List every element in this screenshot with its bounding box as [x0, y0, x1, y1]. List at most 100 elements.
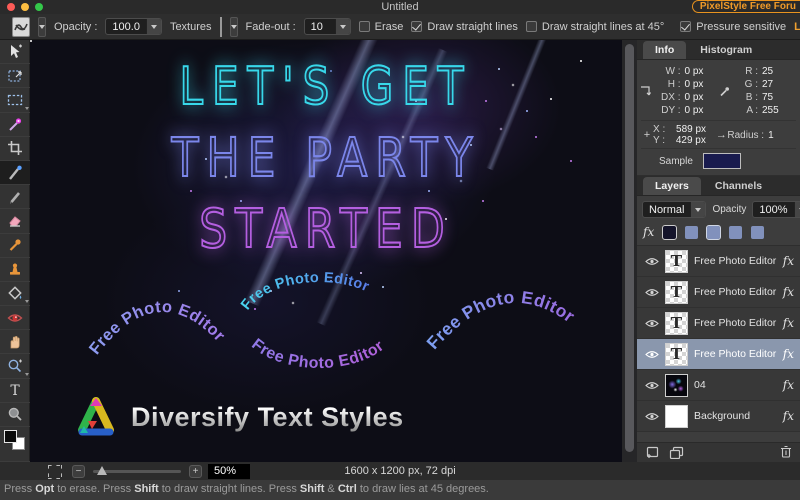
style-preset-1[interactable] [663, 226, 676, 239]
warped-text-arch: Free Photo Editor [88, 292, 238, 372]
layer-name: Free Photo Editor [694, 317, 777, 329]
marquee-select-tool-button[interactable] [0, 88, 30, 112]
brush-tool-button[interactable] [0, 161, 30, 185]
style-preset-2[interactable] [685, 226, 698, 239]
headline-line-2: THE PARTY [30, 127, 622, 189]
opacity-dropdown[interactable]: 100.0 [105, 18, 162, 35]
eyedropper-tool-button[interactable] [0, 234, 30, 258]
layer-fx-badge[interactable]: fx [783, 347, 794, 361]
tab-channels[interactable]: Channels [703, 177, 774, 195]
brush-preview-button[interactable] [12, 17, 30, 37]
layer-row[interactable]: T Free Photo Editor fx [637, 246, 800, 277]
red-eye-tool-button[interactable] [0, 306, 30, 330]
magnifier-icon [7, 406, 23, 422]
brush-icon [7, 165, 23, 181]
pressure-sensitive-checkbox[interactable]: Pressure sensitive [680, 21, 786, 33]
h-label: H : [668, 79, 681, 90]
new-layer-icon[interactable] [645, 446, 659, 459]
move-cursor-icon [7, 44, 23, 60]
opacity-dropdown-button[interactable] [146, 19, 161, 34]
fadeout-label: Fade-out : [246, 21, 296, 33]
tool-rail: T [0, 40, 30, 462]
canvas-viewport[interactable]: LET'S GET THE PARTY STARTED Free Photo E… [30, 40, 622, 462]
eraser-icon [7, 213, 23, 229]
crop-tool-button[interactable] [0, 137, 30, 161]
fadeout-dropdown-button[interactable] [335, 19, 350, 34]
clone-stamp-tool-button[interactable] [0, 258, 30, 282]
layer-thumbnail [665, 405, 688, 428]
scrollbar-thumb[interactable] [625, 44, 634, 452]
layers-bottom-bar [637, 442, 800, 462]
delete-layer-button[interactable] [780, 445, 792, 461]
layer-row[interactable]: Background fx [637, 401, 800, 432]
eye-icon[interactable] [645, 381, 659, 390]
color-swatches[interactable] [0, 427, 30, 462]
fadeout-dropdown[interactable]: 10 [304, 18, 351, 35]
crosshair-icon: + [641, 129, 653, 141]
layer-fx-badge[interactable]: fx [783, 378, 794, 392]
sample-color-swatch[interactable] [703, 153, 741, 169]
document-dimensions: 1600 x 1200 px, 72 dpi [0, 465, 800, 477]
eyedropper-icon [7, 237, 23, 253]
draw-straight-lines-checkbox[interactable]: Draw straight lines [411, 21, 517, 33]
pencil-tool-button[interactable] [0, 185, 30, 209]
layer-row[interactable]: T Free Photo Editor fx [637, 308, 800, 339]
blend-mode-dropdown-button[interactable] [690, 202, 705, 217]
draw-straight-lines-45-checkbox[interactable]: Draw straight lines at 45° [526, 21, 664, 33]
layer-opacity-dropdown[interactable]: 100% [752, 201, 800, 218]
layer-name: Background [694, 410, 777, 422]
hand-tool-button[interactable] [0, 330, 30, 354]
status-bar: − + 50% 1600 x 1200 px, 72 dpi [0, 462, 800, 480]
layer-fx-badge[interactable]: fx [783, 285, 794, 299]
brush-dropdown-button[interactable] [38, 17, 46, 37]
layer-fx-badge[interactable]: fx [783, 254, 794, 268]
move-tool-button[interactable] [0, 40, 30, 64]
style-preset-4[interactable] [729, 226, 742, 239]
texture-dropdown-button[interactable] [230, 17, 238, 37]
warped-text-bulge: Free Photo Editor [422, 286, 610, 370]
eye-icon[interactable] [645, 257, 659, 266]
layer-opacity-dropdown-button[interactable] [794, 202, 800, 217]
opacity-label: Opacity : [54, 21, 97, 33]
zoom-tool-button[interactable] [0, 403, 30, 427]
style-preset-3[interactable] [707, 226, 720, 239]
tab-histogram[interactable]: Histogram [688, 41, 764, 59]
info-panel-body: W :0 px H :0 px DX :0 px DY :0 px R :25 … [637, 60, 800, 176]
erase-checkbox[interactable]: Erase [359, 21, 404, 33]
g-value: 27 [762, 79, 788, 90]
foreground-color-swatch[interactable] [4, 430, 17, 443]
text-tool-button[interactable]: T [0, 379, 30, 403]
checkbox-icon [526, 21, 537, 32]
magic-wand-tool-button[interactable] [0, 113, 30, 137]
eye-icon[interactable] [645, 412, 659, 421]
tab-info[interactable]: Info [643, 41, 686, 59]
layer-fx-badge[interactable]: fx [783, 316, 794, 330]
eraser-tool-button[interactable] [0, 209, 30, 233]
draw-straight-lines-45-label: Draw straight lines at 45° [542, 21, 664, 33]
eye-icon[interactable] [645, 350, 659, 359]
magic-wand-icon [7, 116, 23, 132]
dy-label: DY : [661, 105, 680, 116]
duplicate-layer-icon[interactable] [669, 446, 684, 459]
layer-row[interactable]: T Free Photo Editor fx [637, 277, 800, 308]
layer-fx-badge[interactable]: fx [783, 409, 794, 423]
canvas-vertical-scrollbar[interactable] [622, 40, 637, 462]
texture-swatch-button[interactable] [220, 17, 222, 37]
chevron-down-icon [231, 25, 237, 29]
brand-row: Diversify Text Styles [75, 396, 404, 438]
paint-bucket-tool-button[interactable] [0, 282, 30, 306]
fx-label: fx [643, 225, 654, 239]
blend-mode-dropdown[interactable]: Normal [642, 201, 706, 218]
y-label: Y : [653, 135, 665, 146]
tab-layers[interactable]: Layers [643, 177, 701, 195]
layer-row[interactable]: 04 fx [637, 370, 800, 401]
y-value: 429 px [676, 135, 706, 146]
layer-row-selected[interactable]: T Free Photo Editor fx [637, 339, 800, 370]
checkbox-checked-icon [411, 21, 422, 32]
transform-tool-button[interactable] [0, 64, 30, 88]
eye-icon[interactable] [645, 288, 659, 297]
effects-tool-button[interactable] [0, 354, 30, 378]
promo-button[interactable]: PixelStyle Free Foru [692, 0, 800, 13]
eye-icon[interactable] [645, 319, 659, 328]
style-preset-5[interactable] [751, 226, 764, 239]
